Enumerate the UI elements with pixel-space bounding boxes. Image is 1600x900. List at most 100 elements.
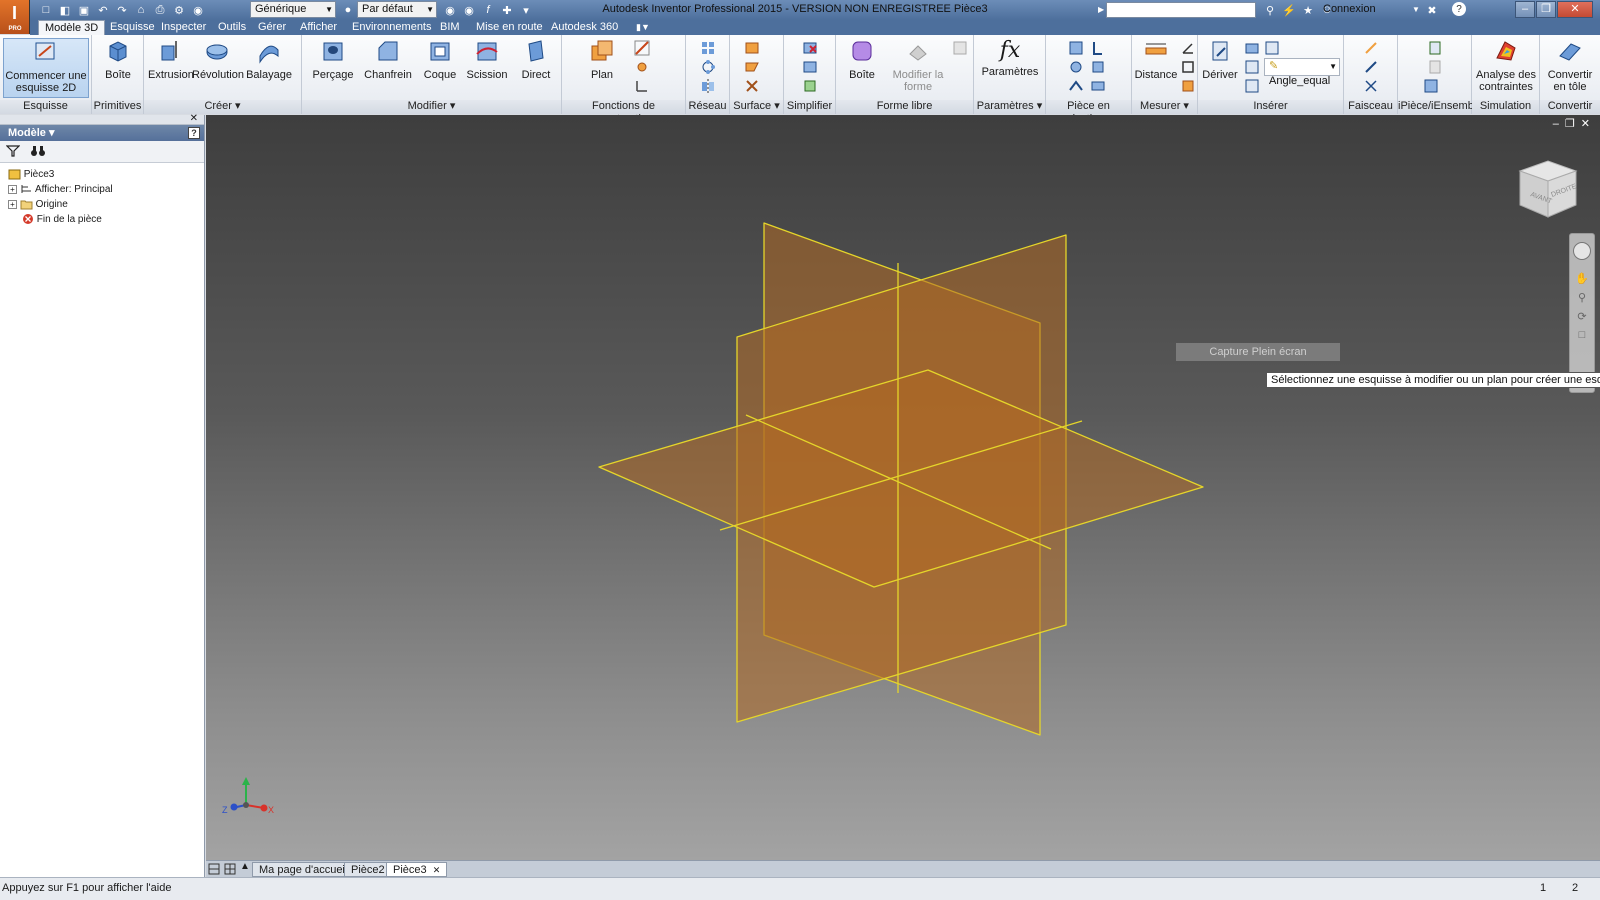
plane-button[interactable]: Plan xyxy=(584,38,620,81)
tab-outils[interactable]: Outils xyxy=(212,20,252,35)
mirror-icon[interactable] xyxy=(700,78,716,94)
import-icon[interactable] xyxy=(1244,40,1260,56)
point-icon[interactable] xyxy=(634,59,650,75)
axis-icon[interactable] xyxy=(634,40,650,56)
orbit-icon[interactable]: ⟳ xyxy=(1570,310,1594,323)
fx-icon[interactable]: f xyxy=(480,2,496,18)
tab-mise-en-route[interactable]: Mise en route xyxy=(470,20,549,35)
look-at-icon[interactable]: □ xyxy=(1570,329,1594,341)
tab-modele-3d[interactable]: Modèle 3D xyxy=(38,20,105,35)
direct-button[interactable]: Direct xyxy=(516,38,556,81)
points-icon[interactable] xyxy=(1244,59,1260,75)
tab-afficher[interactable]: Afficher xyxy=(294,20,343,35)
edit-factory-icon[interactable] xyxy=(1427,59,1443,75)
tab-environnements[interactable]: Environnements xyxy=(346,20,438,35)
material-combo[interactable]: Générique ▼ xyxy=(250,1,336,18)
stitch-icon[interactable] xyxy=(744,59,760,75)
tab-inspecter[interactable]: Inspecter xyxy=(155,20,212,35)
create-ipart-icon[interactable] xyxy=(1427,40,1443,56)
rule-fillet-icon[interactable] xyxy=(1090,78,1106,94)
measure-loop-icon[interactable] xyxy=(1180,59,1196,75)
graphics-viewport[interactable]: –❐✕ AVANT DROITE ✋ ⚲ ⟳ □ Capture Plein é… xyxy=(206,115,1600,860)
tab-gerer[interactable]: Gérer xyxy=(252,20,292,35)
help-icon[interactable]: ? xyxy=(1452,2,1466,16)
attach-icon[interactable] xyxy=(1244,78,1260,94)
print-icon[interactable]: ⎙ xyxy=(152,2,168,18)
filter-icon[interactable] xyxy=(6,144,20,158)
box-button[interactable]: Boîte xyxy=(96,38,140,81)
convert-sheet-metal-button[interactable]: Convertir en tôle xyxy=(1542,38,1598,93)
zoom-icon[interactable]: ⚲ xyxy=(1570,291,1594,304)
start-sketch-button[interactable]: Commencer une esquisse 2D xyxy=(3,38,89,98)
split-button[interactable]: Scission xyxy=(464,38,510,81)
subscription-icon[interactable]: ⚡ xyxy=(1281,2,1297,18)
sweep-button[interactable]: Balayage xyxy=(246,38,292,81)
star-icon[interactable]: ★ xyxy=(1300,2,1316,18)
rectangular-pattern-icon[interactable] xyxy=(700,40,716,56)
tree-item-part[interactable]: Pièce3 xyxy=(8,167,54,182)
parameters-button[interactable]: fx Paramètres xyxy=(980,38,1040,78)
tab-menu-icon[interactable]: ▲ xyxy=(240,861,250,872)
close-icon[interactable]: ✕ xyxy=(190,113,198,124)
harness-connector-icon[interactable] xyxy=(1363,78,1379,94)
freeform-box-button[interactable]: Boîte xyxy=(840,38,884,81)
origin-plane-xz[interactable] xyxy=(599,370,1203,587)
close-icon[interactable]: ✕ xyxy=(433,865,441,875)
binoculars-icon[interactable]: ⚲ xyxy=(1262,2,1278,18)
binoculars-icon[interactable] xyxy=(30,144,46,158)
boss-icon[interactable] xyxy=(1068,59,1084,75)
ipart-table-icon[interactable] xyxy=(1423,78,1439,94)
crosshair-icon[interactable]: ✚ xyxy=(499,2,515,18)
adjust-icon[interactable]: ◉ xyxy=(461,2,477,18)
ucs-icon[interactable] xyxy=(634,78,650,94)
search-expand-icon[interactable]: ▶ xyxy=(1098,5,1104,14)
lip-icon[interactable] xyxy=(1068,78,1084,94)
redo-icon[interactable]: ↷ xyxy=(114,2,130,18)
capture-fullscreen-button[interactable]: Capture Plein écran xyxy=(1176,343,1340,361)
exchange-icon[interactable]: ✖ xyxy=(1424,2,1440,18)
steering-wheel-icon[interactable] xyxy=(1573,242,1591,260)
new-file-icon[interactable]: □ xyxy=(38,2,54,18)
doc-tab-home[interactable]: Ma page d'accueil xyxy=(252,862,354,877)
distance-button[interactable]: Distance xyxy=(1134,38,1178,81)
clear-appearance-icon[interactable]: ◉ xyxy=(442,2,458,18)
doc-tab-piece3[interactable]: Pièce3 ✕ xyxy=(386,862,447,877)
select-icon[interactable]: ◉ xyxy=(190,2,206,18)
tab-esquisse[interactable]: Esquisse xyxy=(104,20,161,35)
appearance-combo[interactable]: Par défaut ▼ xyxy=(357,1,437,18)
restore-button[interactable]: ❐ xyxy=(1536,1,1556,18)
help-icon[interactable]: ? xyxy=(188,127,200,139)
extrusion-button[interactable]: Extrusion xyxy=(148,38,190,81)
derive-button[interactable]: Dériver xyxy=(1200,38,1240,81)
expand-icon[interactable]: + xyxy=(8,200,17,209)
simplify-icon[interactable] xyxy=(802,78,818,94)
modify-form-button[interactable]: Modifier la forme xyxy=(888,38,948,93)
tab-overflow-icon[interactable]: ▮▼ xyxy=(630,20,656,35)
tile-horizontal-icon[interactable] xyxy=(208,863,220,875)
patch-icon[interactable] xyxy=(744,78,760,94)
angle-combo[interactable]: ✎ Angle_equal ▼ xyxy=(1264,58,1340,76)
snap-fit-icon[interactable] xyxy=(1090,40,1106,56)
hole-button[interactable]: Perçage xyxy=(310,38,356,81)
tile-vertical-icon[interactable] xyxy=(224,863,236,875)
application-menu-button[interactable]: I PRO xyxy=(0,0,30,34)
remove-faces-icon[interactable] xyxy=(802,40,818,56)
browser-header[interactable]: Modèle ▾ ? xyxy=(0,125,204,141)
pan-icon[interactable]: ✋ xyxy=(1570,272,1594,285)
image-icon[interactable] xyxy=(1264,40,1280,56)
expand-icon[interactable]: + xyxy=(8,185,17,194)
revolution-button[interactable]: Révolution xyxy=(192,38,242,81)
tree-item-view[interactable]: + Afficher: Principal xyxy=(8,182,113,197)
viewcube[interactable]: AVANT DROITE xyxy=(1516,155,1580,225)
minimize-button[interactable]: – xyxy=(1515,1,1535,18)
doc-tab-piece2[interactable]: Pièce2 xyxy=(344,862,392,877)
convert-freeform-icon[interactable] xyxy=(952,40,968,56)
rest-icon[interactable] xyxy=(1090,59,1106,75)
tab-autodesk-360[interactable]: Autodesk 360 xyxy=(545,20,624,35)
search-input[interactable] xyxy=(1106,2,1256,18)
home-icon[interactable]: ⌂ xyxy=(133,2,149,18)
tree-item-end-of-part[interactable]: Fin de la pièce xyxy=(22,212,102,227)
harness-segment-icon[interactable] xyxy=(1363,59,1379,75)
chevron-down-icon[interactable]: ▼ xyxy=(1412,5,1420,14)
update-icon[interactable]: ⚙ xyxy=(171,2,187,18)
